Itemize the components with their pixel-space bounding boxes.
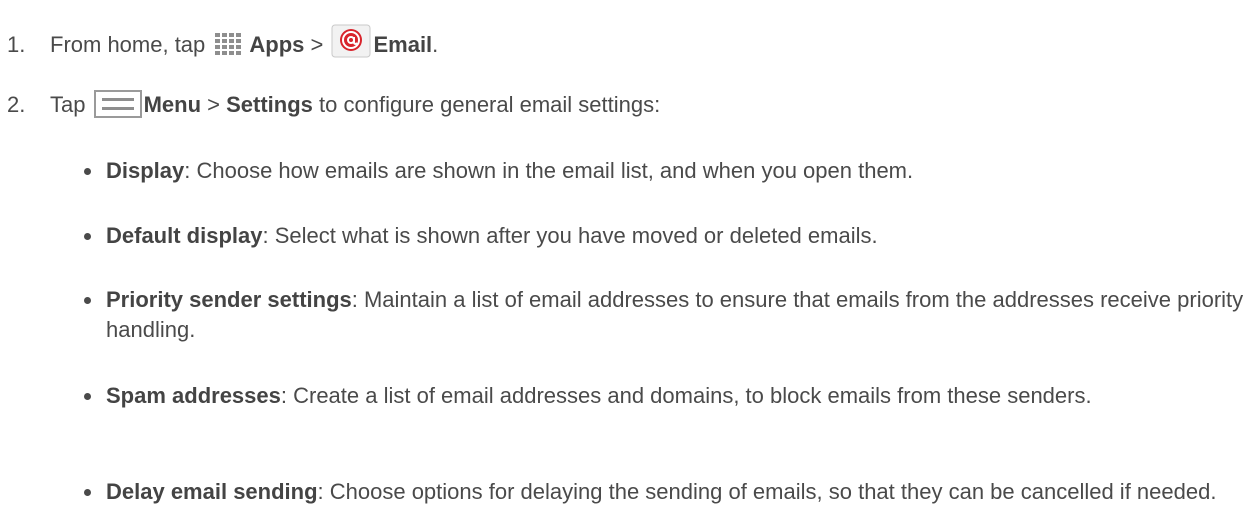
settings-label: Settings (226, 92, 313, 117)
setting-desc: : Choose how emails are shown in the ema… (184, 158, 914, 183)
instructions-document: 1. From home, tap Apps > Email. 2. Tap M… (0, 0, 1256, 527)
setting-desc: : Choose options for delaying the sendin… (317, 479, 1217, 504)
email-label: Email (373, 32, 433, 57)
list-item-display: Display: Choose how emails are shown in … (84, 156, 1252, 186)
bullet-icon (84, 393, 91, 400)
apps-grid-icon (213, 32, 247, 66)
setting-term: Delay email sending (106, 479, 318, 504)
step-text-end: to configure general email settings: (312, 92, 661, 117)
setting-term: Spam addresses (106, 383, 281, 408)
list-item-delay-sending: Delay email sending: Choose options for … (84, 477, 1252, 507)
bullet-icon (84, 297, 91, 304)
step-1: 1. From home, tap Apps > Email. (7, 24, 438, 66)
bullet-icon (84, 489, 91, 496)
bullet-icon (84, 168, 91, 175)
email-icon (331, 24, 371, 66)
apps-label: Apps (249, 32, 305, 57)
bullet-icon (84, 233, 91, 240)
menu-label: Menu (143, 92, 202, 117)
step-2: 2. Tap Menu > Settings to configure gener… (7, 90, 660, 126)
separator: > (304, 32, 330, 57)
setting-desc: : Select what is shown after you have mo… (262, 223, 878, 248)
menu-icon (93, 90, 142, 126)
setting-term: Priority sender settings (106, 287, 352, 312)
setting-desc: : Create a list of email addresses and d… (280, 383, 1092, 408)
step-number: 1. (7, 32, 26, 57)
list-item-priority-sender: Priority sender settings: Maintain a lis… (84, 285, 1252, 345)
separator: > (201, 92, 227, 117)
setting-term: Display (106, 158, 185, 183)
list-item-default-display: Default display: Select what is shown af… (84, 221, 1252, 251)
step-text: From home, tap (50, 32, 212, 57)
step-text-end: . (432, 32, 439, 57)
step-text: Tap (50, 92, 92, 117)
setting-term: Default display (106, 223, 263, 248)
list-item-spam-addresses: Spam addresses: Create a list of email a… (84, 381, 1252, 411)
step-number: 2. (7, 92, 26, 117)
